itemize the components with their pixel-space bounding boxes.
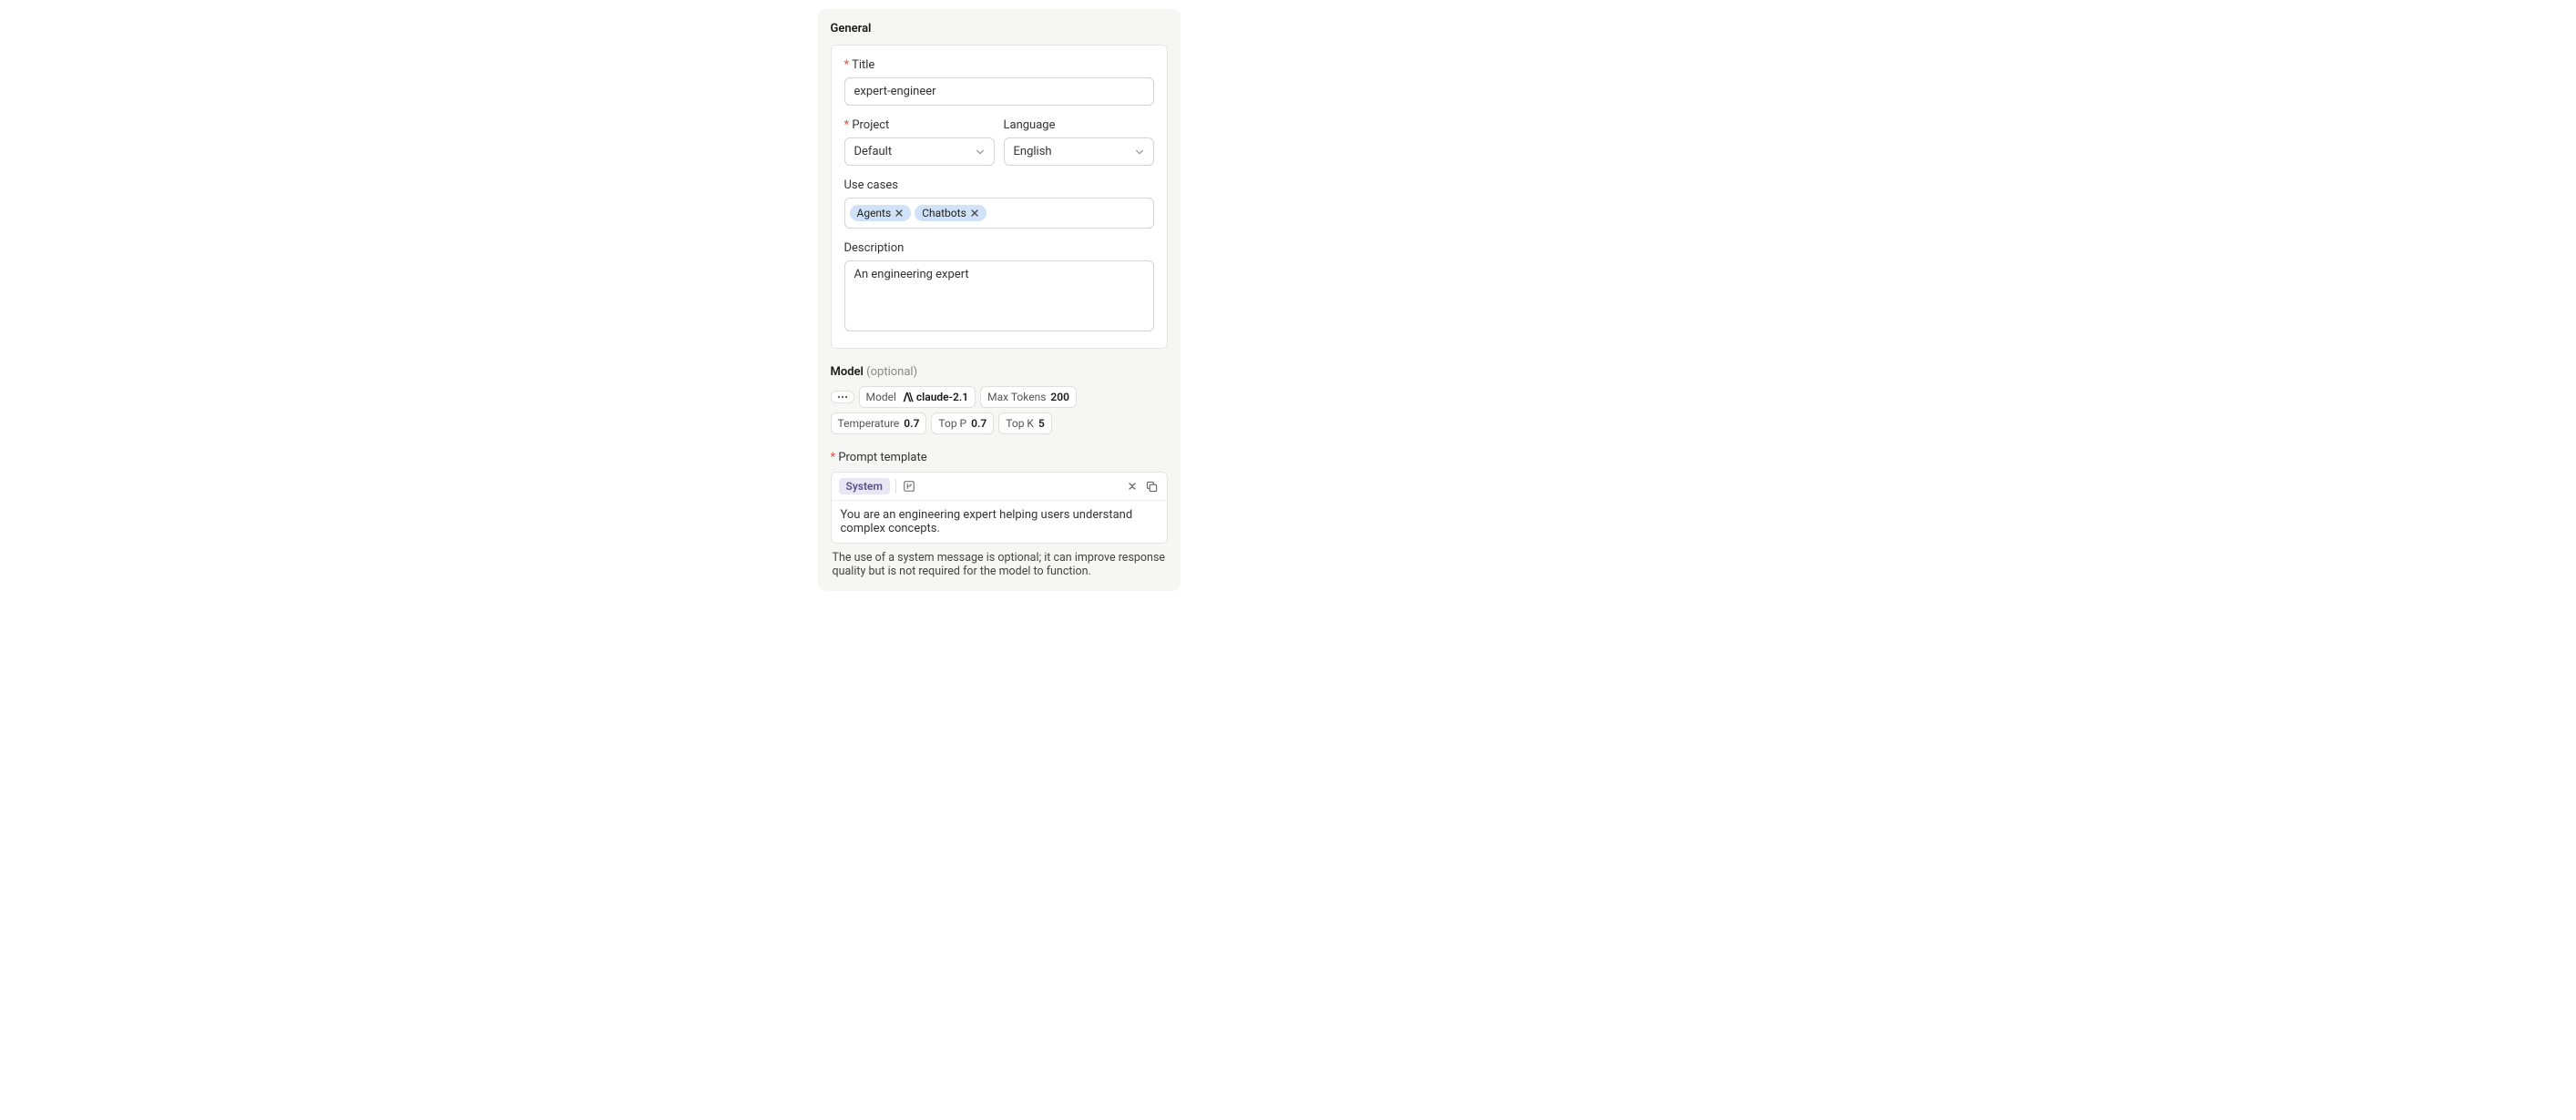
tag-label: Agents (857, 207, 892, 219)
temperature-chip[interactable]: Temperature 0.7 (831, 412, 927, 434)
model-chips-row: Model claude-2.1 Max Tokens 200 Temperat… (818, 386, 1181, 434)
top-k-chip[interactable]: Top K 5 (998, 412, 1052, 434)
model-value: claude-2.1 (916, 391, 968, 403)
variable-icon (903, 480, 915, 493)
tag-agents: Agents (850, 205, 912, 221)
prompt-card: System (831, 472, 1168, 544)
use-cases-input[interactable]: Agents Chatbots (844, 198, 1154, 229)
model-chip[interactable]: Model claude-2.1 (859, 386, 976, 408)
language-select[interactable]: English (1004, 137, 1154, 166)
language-value: English (1014, 145, 1052, 158)
top-p-value: 0.7 (971, 417, 986, 430)
title-label: Title (844, 58, 1154, 72)
max-tokens-chip[interactable]: Max Tokens 200 (980, 386, 1077, 408)
general-section-title: General (818, 22, 1181, 45)
chip-label: Top K (1006, 417, 1034, 430)
system-prompt-content[interactable]: You are an engineering expert helping us… (832, 501, 1167, 543)
more-button[interactable] (831, 391, 854, 403)
chip-label: Max Tokens (987, 391, 1046, 403)
temperature-value: 0.7 (904, 417, 919, 430)
title-input[interactable] (844, 77, 1154, 106)
chip-label: Model (866, 391, 896, 403)
collapse-icon (1127, 481, 1138, 492)
variable-button[interactable] (902, 479, 916, 494)
chip-label: Top P (938, 417, 966, 430)
tag-chatbots: Chatbots (915, 205, 986, 221)
chip-label: Temperature (838, 417, 900, 430)
description-label: Description (844, 241, 1154, 255)
close-icon[interactable] (894, 209, 904, 218)
optional-suffix: (optional) (866, 365, 917, 379)
top-k-value: 5 (1038, 417, 1045, 430)
description-textarea[interactable] (844, 260, 1154, 331)
chevron-down-icon (976, 148, 985, 157)
use-cases-label: Use cases (844, 178, 1154, 192)
collapse-button[interactable] (1125, 479, 1140, 494)
prompt-template-title: Prompt template (818, 434, 1181, 472)
system-hint-text: The use of a system message is optional;… (818, 544, 1181, 578)
copy-icon (1146, 481, 1158, 493)
prompt-header: System (832, 473, 1167, 501)
general-card: Title Project Default Language English (831, 45, 1168, 349)
project-select[interactable]: Default (844, 137, 995, 166)
close-icon[interactable] (970, 209, 979, 218)
chevron-down-icon (1135, 148, 1144, 157)
language-label: Language (1004, 118, 1154, 132)
tag-label: Chatbots (922, 207, 966, 219)
copy-button[interactable] (1145, 479, 1160, 494)
anthropic-icon (901, 392, 914, 402)
max-tokens-value: 200 (1050, 391, 1069, 403)
project-label: Project (844, 118, 995, 132)
top-p-chip[interactable]: Top P 0.7 (931, 412, 994, 434)
model-section-title: Model (optional) (818, 349, 1181, 386)
divider (895, 479, 896, 494)
project-value: Default (854, 145, 893, 158)
system-badge: System (839, 478, 890, 494)
settings-panel: General Title Project Default Language E… (818, 9, 1181, 591)
more-icon (837, 395, 848, 399)
